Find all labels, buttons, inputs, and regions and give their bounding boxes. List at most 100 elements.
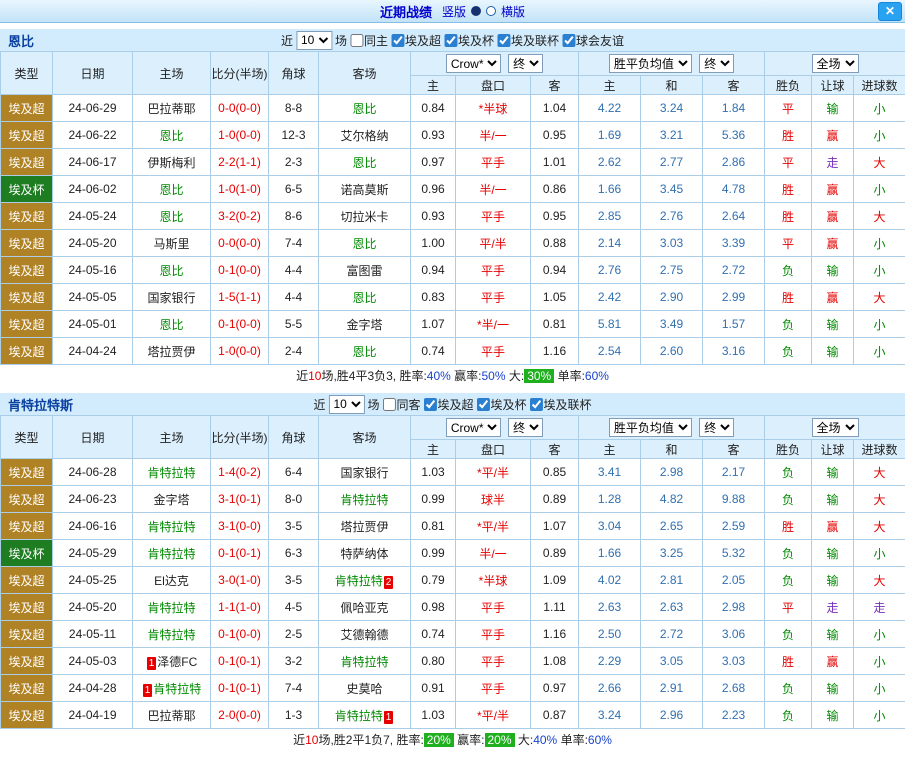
odds-home-cell: 0.74 (411, 621, 456, 648)
league-cell: 埃及超 (1, 675, 53, 702)
avg-source-select[interactable]: 胜平负均值 (609, 54, 692, 73)
score-cell: 1-0(1-0) (211, 176, 269, 203)
record-summary: 近10场,胜4平3负3, 胜率:40% 赢率:50% 大:30% 单率:60% (0, 365, 905, 387)
portrait-radio-label: 竖版 (442, 3, 466, 20)
scope-select[interactable]: 全场 (812, 54, 859, 73)
home-team-cell: 国家银行 (133, 284, 211, 311)
summary-segment: 赢率: (454, 733, 485, 747)
handicap-cell: *半球 (456, 567, 531, 594)
summary-segment: 10 (308, 369, 321, 383)
avg-draw-cell: 2.98 (641, 459, 703, 486)
league-filter-option[interactable]: 埃及联杯 (530, 396, 592, 413)
odds-away-cell: 0.86 (531, 176, 579, 203)
team-name-text: 恩比 (159, 264, 183, 278)
league-checkbox[interactable] (444, 34, 457, 47)
match-row: 埃及超24-05-11肯特拉特0-1(0-0)2-5艾德翰德0.74平手1.16… (1, 621, 905, 648)
avg-source-select[interactable]: 胜平负均值 (609, 418, 692, 437)
recent-label: 近 (281, 32, 293, 49)
odds-home-cell: 1.07 (411, 311, 456, 338)
away-team-cell: 金字塔 (319, 311, 411, 338)
league-checkbox[interactable] (477, 398, 490, 411)
handicap-result-cell: 赢 (812, 648, 854, 675)
odds-away-cell: 0.88 (531, 230, 579, 257)
away-team-cell: 塔拉贾伊 (319, 513, 411, 540)
score-cell: 2-0(0-0) (211, 702, 269, 729)
match-row: 埃及杯24-06-02恩比1-0(1-0)6-5诺高莫斯0.96半/一0.861… (1, 176, 905, 203)
corner-cell: 8-0 (269, 486, 319, 513)
handicap-cell: 平手 (456, 594, 531, 621)
match-row: 埃及超24-05-031泽德FC0-1(0-1)3-2肯特拉特0.80平手1.0… (1, 648, 905, 675)
col-home: 主场 (133, 416, 211, 459)
odds-final-select[interactable]: 终 (508, 54, 543, 73)
odds-final-select[interactable]: 终 (508, 418, 543, 437)
league-checkbox[interactable] (530, 398, 543, 411)
avg-home-cell: 3.24 (579, 702, 641, 729)
league-checkbox[interactable] (562, 34, 575, 47)
corner-cell: 6-4 (269, 459, 319, 486)
summary-segment: 20% (424, 733, 454, 747)
league-filter-option[interactable]: 埃及超 (424, 396, 474, 413)
odds-home-cell: 1.00 (411, 230, 456, 257)
same-venue-option[interactable]: 同客 (382, 396, 420, 413)
handicap-cell: *平/半 (456, 702, 531, 729)
col-date: 日期 (53, 416, 133, 459)
match-row: 埃及超24-05-01恩比0-1(0-0)5-5金字塔1.07*半/一0.815… (1, 311, 905, 338)
team-name-text: 肯特拉特 (147, 520, 195, 534)
league-filter-option[interactable]: 埃及联杯 (497, 32, 559, 49)
same-venue-option[interactable]: 同主 (350, 32, 388, 49)
summary-segment: 10 (305, 733, 318, 747)
avg-final-select[interactable]: 终 (699, 418, 734, 437)
recent-count-select[interactable]: 10 (328, 395, 364, 414)
scope-select[interactable]: 全场 (812, 418, 859, 437)
league-filter-option[interactable]: 球会友谊 (562, 32, 624, 49)
league-checkbox[interactable] (391, 34, 404, 47)
league-checkbox[interactable] (424, 398, 437, 411)
match-row: 埃及杯24-05-29肯特拉特0-1(0-1)6-3特萨纳体0.99半/一0.8… (1, 540, 905, 567)
avg-final-select[interactable]: 终 (699, 54, 734, 73)
date-cell: 24-06-22 (53, 122, 133, 149)
odds-source-select[interactable]: Crow* (446, 418, 501, 437)
league-filter-option[interactable]: 埃及超 (391, 32, 441, 49)
avg-draw-cell: 2.90 (641, 284, 703, 311)
same-venue-checkbox[interactable] (350, 34, 363, 47)
recent-count-select[interactable]: 10 (296, 31, 332, 50)
score-cell: 0-1(0-0) (211, 311, 269, 338)
odds-source-select[interactable]: Crow* (446, 54, 501, 73)
handicap-result-cell: 输 (812, 540, 854, 567)
col-odds-away: 客 (531, 76, 579, 95)
filter-bar: 近 10 场 同客 埃及超 埃及杯 埃及联杯 (313, 395, 591, 414)
avg-home-cell: 2.42 (579, 284, 641, 311)
odds-away-cell: 1.09 (531, 567, 579, 594)
league-checkbox[interactable] (497, 34, 510, 47)
away-team-cell: 国家银行 (319, 459, 411, 486)
date-cell: 24-06-16 (53, 513, 133, 540)
close-button[interactable]: ✕ (878, 2, 902, 21)
odds-away-cell: 0.89 (531, 486, 579, 513)
league-filter-option[interactable]: 埃及杯 (477, 396, 527, 413)
team-name-text: 肯特拉特 (335, 709, 383, 723)
avg-home-cell: 2.63 (579, 594, 641, 621)
score-cell: 3-2(0-2) (211, 203, 269, 230)
league-filter-option[interactable]: 埃及杯 (444, 32, 494, 49)
team-name-text: 马斯里 (153, 237, 189, 251)
result-cell: 负 (765, 486, 812, 513)
avg-home-cell: 5.81 (579, 311, 641, 338)
league-cell: 埃及超 (1, 513, 53, 540)
col-odds-away: 客 (531, 440, 579, 459)
avg-home-cell: 1.69 (579, 122, 641, 149)
handicap-result-cell: 输 (812, 95, 854, 122)
same-venue-checkbox[interactable] (382, 398, 395, 411)
portrait-radio[interactable] (471, 6, 481, 16)
team-name-text: 切拉米卡 (340, 210, 388, 224)
result-cell: 负 (765, 540, 812, 567)
date-cell: 24-05-16 (53, 257, 133, 284)
team-name-text: 伊斯梅利 (147, 156, 195, 170)
summary-segment: 30% (524, 369, 554, 383)
recent-label: 近 (313, 396, 325, 413)
score-cell: 0-1(0-0) (211, 621, 269, 648)
team-name-text: 史莫哈 (346, 682, 382, 696)
handicap-cell: *平/半 (456, 459, 531, 486)
handicap-cell: 球半 (456, 486, 531, 513)
page-title: 近期战绩 (380, 2, 432, 21)
landscape-radio[interactable] (486, 6, 496, 16)
